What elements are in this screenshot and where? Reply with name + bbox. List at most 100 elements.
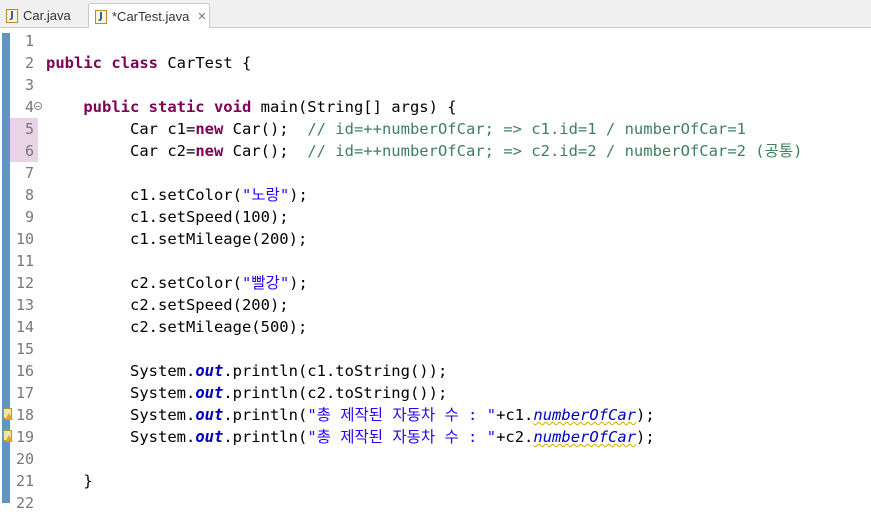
code-token: c2.setColor( [46,274,242,292]
code-token: } [46,472,93,490]
code-token: out [195,406,224,424]
code-text: System.out.println("총 제작된 자동차 수 : "+c2.n… [46,426,655,448]
line-number: 1 [24,32,34,50]
line-number: 6 [24,142,34,160]
code-line[interactable]: 9 c1.setSpeed(100); [0,206,871,228]
fold-toggle-icon[interactable]: − [34,102,42,111]
line-number: 2 [24,54,34,72]
code-line[interactable]: 12 c2.setColor("빨강"); [0,272,871,294]
line-number: 15 [15,340,34,358]
code-token: System. [46,384,196,402]
code-token: +c1. [496,406,534,424]
close-icon[interactable]: ✕ [197,10,206,23]
code-token: ); [289,186,308,204]
code-token: numberOfCar [533,406,637,424]
code-line[interactable]: 21 } [0,470,871,492]
editor-tab-bar: J Car.java J *CarTest.java ✕ [0,0,871,29]
code-text: System.out.println("총 제작된 자동차 수 : "+c1.n… [46,404,655,426]
code-line[interactable]: 5 Car c1=new Car(); // id=++numberOfCar;… [0,118,871,140]
code-line[interactable]: 18 System.out.println("총 제작된 자동차 수 : "+c… [0,404,871,426]
code-token: "총 제작된 자동차 수 : " [307,406,497,424]
code-token: c2.setMileage(500); [46,318,308,336]
code-token: .println(c2.toString()); [223,384,448,402]
line-number: 10 [15,230,34,248]
code-text: c1.setSpeed(100); [46,206,289,228]
code-text: System.out.println(c2.toString()); [46,382,447,404]
code-token: "총 제작된 자동차 수 : " [307,428,497,446]
code-token: .println( [223,406,308,424]
code-text: } [46,470,93,492]
code-token: public static void [83,98,261,116]
code-token: public class [46,54,168,72]
line-number: 7 [24,164,34,182]
code-line[interactable]: 4− public static void main(String[] args… [0,96,871,118]
code-text: c2.setColor("빨강"); [46,272,308,294]
code-token: .println(c1.toString()); [223,362,448,380]
code-text: c1.setMileage(200); [46,228,307,250]
java-file-icon: J [6,8,18,23]
code-line[interactable]: 13 c2.setSpeed(200); [0,294,871,316]
warning-icon[interactable] [3,408,13,420]
tab-car-java[interactable]: J Car.java [0,3,84,28]
code-line[interactable]: 11 [0,250,871,272]
code-line[interactable]: 7 [0,162,871,184]
code-text: Car c2=new Car(); // id=++numberOfCar; =… [46,140,802,162]
code-text: System.out.println(c1.toString()); [46,360,447,382]
code-line[interactable]: 15 [0,338,871,360]
code-token: "빨강" [241,274,290,292]
line-number: 11 [15,252,34,270]
code-token: System. [46,362,196,380]
code-token: +c2. [496,428,534,446]
code-text: c2.setMileage(500); [46,316,307,338]
code-line[interactable]: 6 Car c2=new Car(); // id=++numberOfCar;… [0,140,871,162]
line-number: 12 [15,274,34,292]
code-token: Car(); [223,142,308,160]
code-token: out [195,384,224,402]
code-line[interactable]: 19 System.out.println("총 제작된 자동차 수 : "+c… [0,426,871,448]
code-token: c1.setColor( [46,186,242,204]
code-line[interactable]: 14 c2.setMileage(500); [0,316,871,338]
code-token: c2.setSpeed(200); [46,296,289,314]
code-token: Car(); [223,120,308,138]
tab-cartest-java[interactable]: J *CarTest.java ✕ [88,3,210,29]
tab-label: *CarTest.java [112,9,190,24]
code-line[interactable]: 8 c1.setColor("노랑"); [0,184,871,206]
code-token: System. [46,406,196,424]
code-text: public static void main(String[] args) { [46,96,457,118]
code-text: public class CarTest { [46,52,251,74]
line-number: 9 [24,208,34,226]
line-number: 18 [15,406,34,424]
code-line[interactable]: 16 System.out.println(c1.toString()); [0,360,871,382]
code-token: Car c1= [46,120,196,138]
code-line[interactable]: 17 System.out.println(c2.toString()); [0,382,871,404]
code-token: .println( [223,428,308,446]
code-line[interactable]: 22 [0,492,871,514]
code-editor[interactable]: 1 2 public class CarTest {3 4− public stati… [0,28,871,512]
code-token: CarTest { [167,54,252,72]
code-line[interactable]: 20 [0,448,871,470]
code-token: System. [46,428,196,446]
line-number: 16 [15,362,34,380]
code-token: Car c2= [46,142,196,160]
code-line[interactable]: 1 [0,30,871,52]
java-file-icon: J [95,9,107,24]
line-number: 22 [15,494,34,512]
code-line[interactable]: 10 c1.setMileage(200); [0,228,871,250]
code-token: // id=++numberOfCar; => c1.id=1 / number… [307,120,746,138]
code-token: c1.setMileage(200); [46,230,308,248]
code-token: out [195,428,224,446]
code-token: // id=++numberOfCar; => c2.id=2 / number… [307,142,803,160]
code-token: ); [636,428,655,446]
line-number: 4 [24,98,34,116]
code-token: out [195,362,224,380]
code-line[interactable]: 3 [0,74,871,96]
code-text: c2.setSpeed(200); [46,294,289,316]
code-line[interactable]: 2 public class CarTest { [0,52,871,74]
tab-label: Car.java [23,8,71,23]
code-token: main(String[] args) { [260,98,457,116]
code-token: new [195,142,224,160]
code-token: numberOfCar [533,428,637,446]
warning-icon[interactable] [3,430,13,442]
line-number: 17 [15,384,34,402]
